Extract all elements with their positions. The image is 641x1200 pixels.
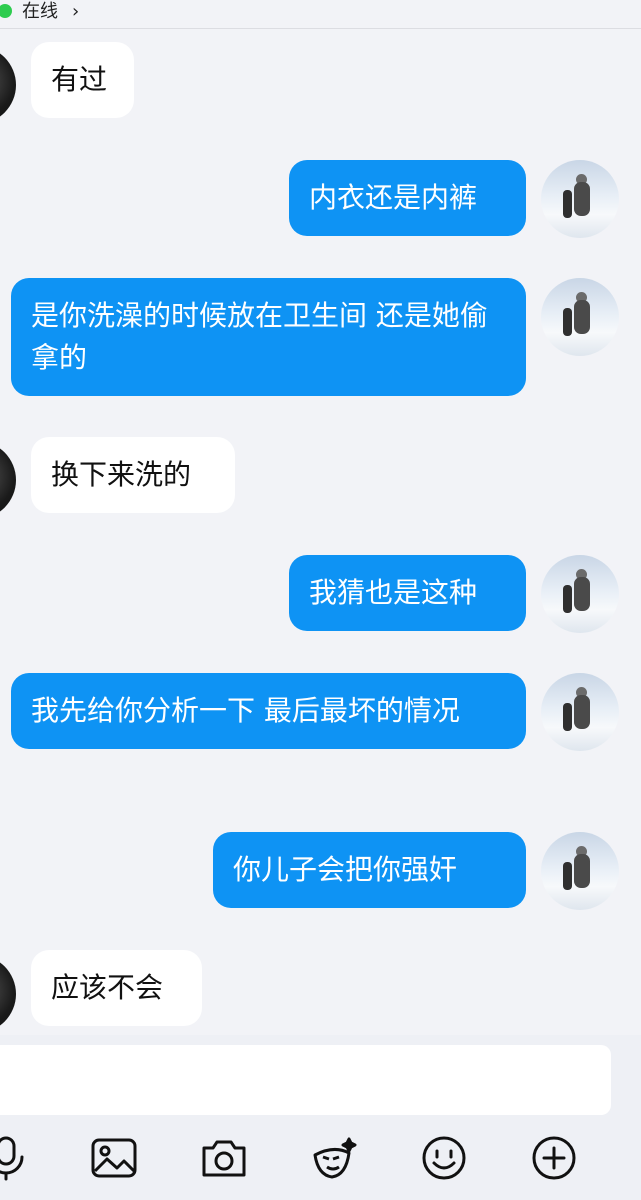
my-avatar[interactable]	[541, 555, 619, 633]
message-input[interactable]	[0, 1045, 611, 1115]
microphone-icon[interactable]	[0, 1133, 30, 1183]
my-avatar[interactable]	[541, 673, 619, 751]
outgoing-message-bubble[interactable]: 是你洗澡的时候放在卫生间 还是她偷拿的	[11, 278, 526, 396]
online-status-dot	[0, 4, 12, 18]
outgoing-message-bubble[interactable]: 内衣还是内裤	[289, 160, 526, 236]
image-icon[interactable]	[89, 1133, 139, 1183]
chevron-right-icon[interactable]: ›	[72, 1, 79, 23]
contact-avatar[interactable]	[0, 46, 16, 124]
status-bar: 在线 ›	[0, 0, 641, 26]
plus-icon[interactable]	[529, 1133, 579, 1183]
sticker-icon[interactable]	[309, 1133, 359, 1183]
my-avatar[interactable]	[541, 278, 619, 356]
emoji-icon[interactable]	[419, 1133, 469, 1183]
chat-message-list[interactable]: 有过 内衣还是内裤 是你洗澡的时候放在卫生间 还是她偷拿的 换下来洗的 我猜也是…	[0, 29, 641, 1035]
incoming-message-bubble[interactable]: 应该不会	[31, 950, 202, 1026]
contact-avatar[interactable]	[0, 955, 16, 1033]
incoming-message-bubble[interactable]: 换下来洗的	[31, 437, 235, 513]
incoming-message-bubble[interactable]: 有过	[31, 42, 134, 118]
my-avatar[interactable]	[541, 832, 619, 910]
outgoing-message-bubble[interactable]: 你儿子会把你强奸	[213, 832, 526, 908]
outgoing-message-bubble[interactable]: 我猜也是这种	[289, 555, 526, 631]
contact-avatar[interactable]	[0, 441, 16, 519]
online-status-label[interactable]: 在线	[22, 1, 58, 23]
outgoing-message-bubble[interactable]: 我先给你分析一下 最后最坏的情况	[11, 673, 526, 749]
my-avatar[interactable]	[541, 160, 619, 238]
camera-icon[interactable]	[199, 1133, 249, 1183]
